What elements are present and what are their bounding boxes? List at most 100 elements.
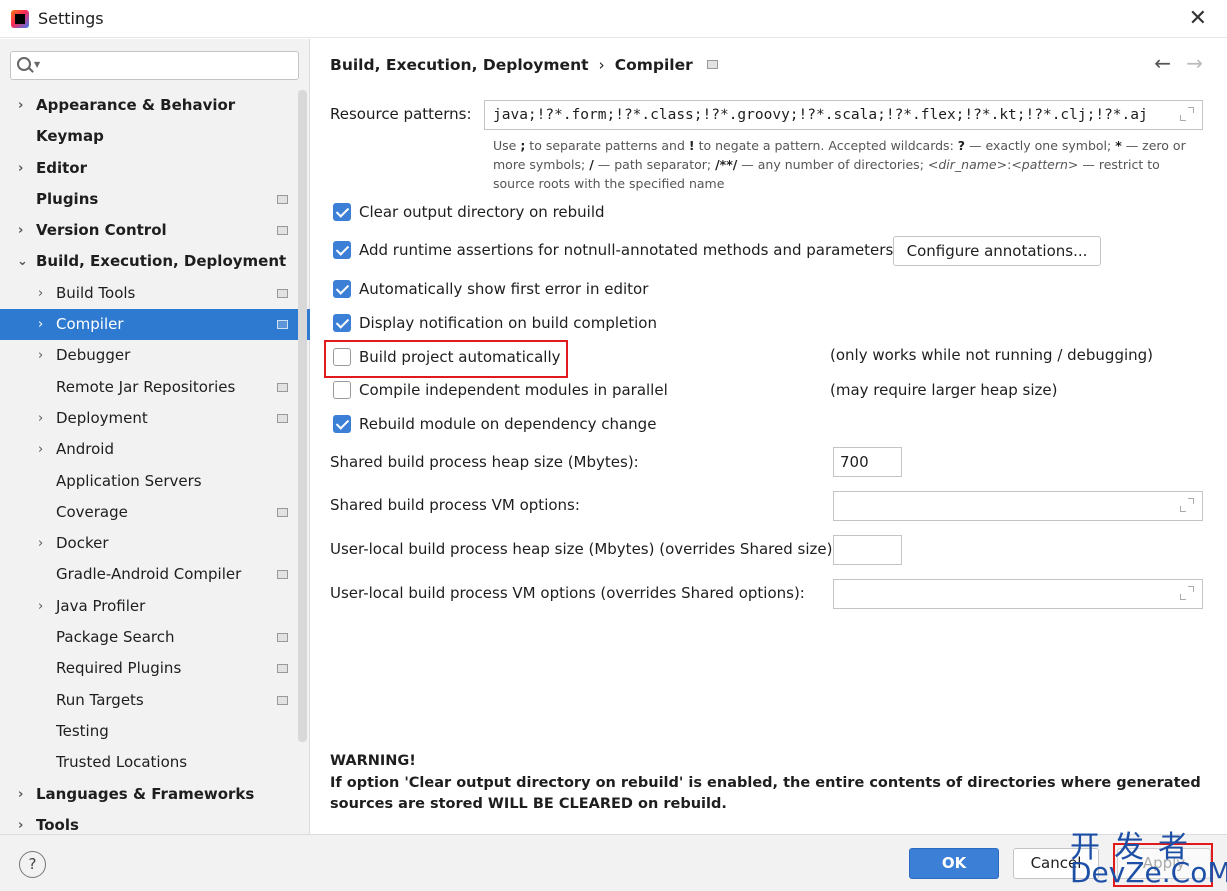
back-arrow-icon[interactable]: ←: [1154, 51, 1171, 75]
rebuild-module-label[interactable]: Rebuild module on dependency change: [359, 415, 656, 433]
user-local-vm-options-label: User-local build process VM options (ove…: [330, 584, 805, 602]
warning-title: WARNING!: [330, 753, 416, 769]
show-first-error-label[interactable]: Automatically show first error in editor: [359, 280, 648, 298]
sidebar-item-label: Java Profiler: [56, 596, 146, 615]
chevron-right-icon[interactable]: ›: [18, 779, 23, 810]
sidebar-item-label: Languages & Frameworks: [36, 784, 255, 803]
chevron-right-icon[interactable]: ›: [38, 403, 43, 434]
sidebar-item-label: Build Tools: [56, 283, 136, 302]
sidebar-item-label: Gradle-Android Compiler: [56, 565, 242, 584]
clear-output-label[interactable]: Clear output directory on rebuild: [359, 203, 605, 221]
project-scope-icon: [277, 382, 288, 392]
sidebar-item-remote-jar-repositories[interactable]: Remote Jar Repositories: [0, 372, 296, 403]
chevron-right-icon[interactable]: ›: [38, 278, 43, 309]
sidebar-item-gradle-android-compiler[interactable]: Gradle-Android Compiler: [0, 559, 296, 590]
configure-annotations-button[interactable]: Configure annotations...: [893, 236, 1101, 266]
sidebar-item-editor[interactable]: › Editor: [0, 153, 296, 184]
project-scope-icon: [277, 633, 288, 643]
breadcrumb-separator: ›: [598, 56, 605, 74]
compile-parallel-label[interactable]: Compile independent modules in parallel: [359, 381, 668, 399]
chevron-right-icon[interactable]: ›: [18, 90, 23, 121]
warning-text: If option 'Clear output directory on reb…: [330, 774, 1201, 813]
sidebar-item-docker[interactable]: › Docker: [0, 528, 296, 559]
sidebar-item-required-plugins[interactable]: Required Plugins: [0, 653, 296, 684]
resource-patterns-value: java;!?*.form;!?*.class;!?*.groovy;!?*.s…: [493, 107, 1148, 123]
sidebar-item-label: Testing: [56, 721, 109, 740]
sidebar-item-application-servers[interactable]: Application Servers: [0, 466, 296, 497]
compile-parallel-checkbox[interactable]: [333, 381, 351, 399]
sidebar-item-build-execution-deployment[interactable]: ⌄ Build, Execution, Deployment: [0, 246, 296, 277]
sidebar-item-plugins[interactable]: Plugins: [0, 184, 296, 215]
show-first-error-checkbox[interactable]: [333, 280, 351, 298]
sidebar-item-deployment[interactable]: › Deployment: [0, 403, 296, 434]
breadcrumb-current: Compiler: [614, 56, 693, 74]
user-local-vm-options-input[interactable]: [833, 579, 1203, 609]
chevron-right-icon[interactable]: ›: [38, 528, 43, 559]
sidebar-item-compiler[interactable]: › Compiler: [0, 309, 310, 341]
breadcrumb: Build, Execution, Deployment › Compiler: [330, 56, 718, 74]
shared-vm-options-input[interactable]: [833, 491, 1203, 521]
watermark-logo-bottom: DevZe.CoM: [1070, 856, 1227, 889]
chevron-right-icon[interactable]: ›: [38, 340, 43, 371]
close-icon[interactable]: ✕: [1189, 6, 1207, 31]
breadcrumb-parent[interactable]: Build, Execution, Deployment: [330, 56, 589, 74]
chevron-right-icon[interactable]: ›: [18, 215, 23, 246]
expand-icon[interactable]: [1180, 498, 1194, 512]
settings-search[interactable]: ▼: [10, 51, 299, 80]
sidebar-item-label: Coverage: [56, 502, 128, 521]
sidebar-item-label: Keymap: [36, 127, 104, 146]
sidebar-item-keymap[interactable]: Keymap: [0, 121, 296, 152]
sidebar-item-trusted-locations[interactable]: Trusted Locations: [0, 747, 296, 778]
sidebar-item-label: Package Search: [56, 628, 175, 647]
forward-arrow-icon[interactable]: →: [1186, 51, 1203, 75]
chevron-right-icon[interactable]: ›: [38, 591, 43, 622]
sidebar-item-android[interactable]: › Android: [0, 434, 296, 465]
sidebar-item-testing[interactable]: Testing: [0, 716, 296, 747]
sidebar-item-label: Application Servers: [56, 471, 202, 490]
chevron-right-icon[interactable]: ›: [38, 434, 43, 465]
window-title: Settings: [38, 9, 104, 28]
runtime-assertions-label[interactable]: Add runtime assertions for notnull-annot…: [359, 241, 893, 259]
sidebar-item-package-search[interactable]: Package Search: [0, 622, 296, 653]
resource-patterns-hint: Use ; to separate patterns and ! to nega…: [493, 138, 1186, 191]
project-scope-icon: [277, 413, 288, 423]
clear-output-checkbox[interactable]: [333, 203, 351, 221]
display-notification-checkbox[interactable]: [333, 314, 351, 332]
display-notification-label[interactable]: Display notification on build completion: [359, 314, 657, 332]
build-automatically-note: (only works while not running / debuggin…: [830, 346, 1154, 364]
search-options-caret-icon[interactable]: ▼: [34, 60, 40, 69]
search-input[interactable]: [45, 55, 290, 77]
runtime-assertions-checkbox[interactable]: [333, 241, 351, 259]
chevron-right-icon[interactable]: ›: [18, 153, 23, 184]
sidebar-item-debugger[interactable]: › Debugger: [0, 340, 296, 371]
project-scope-icon: [277, 320, 288, 330]
sidebar-scrollbar[interactable]: [298, 90, 307, 742]
sidebar-item-languages-frameworks[interactable]: › Languages & Frameworks: [0, 779, 296, 810]
build-automatically-label[interactable]: Build project automatically: [359, 348, 561, 366]
resource-patterns-input[interactable]: java;!?*.form;!?*.class;!?*.groovy;!?*.s…: [484, 100, 1203, 130]
shared-heap-label: Shared build process heap size (Mbytes):: [330, 453, 639, 471]
expand-icon[interactable]: [1180, 586, 1194, 600]
expand-icon[interactable]: [1180, 107, 1194, 121]
settings-sidebar: ▼ › Appearance & Behavior Keymap › Editor …: [0, 39, 310, 834]
settings-tree: › Appearance & Behavior Keymap › Editor Pl…: [0, 90, 310, 841]
shared-heap-input[interactable]: 700: [833, 447, 902, 477]
user-local-heap-input[interactable]: [833, 535, 902, 565]
rebuild-module-checkbox[interactable]: [333, 415, 351, 433]
project-scope-icon: [277, 664, 288, 674]
chevron-down-icon[interactable]: ⌄: [17, 246, 28, 277]
help-button[interactable]: ?: [19, 851, 46, 878]
sidebar-item-build-tools[interactable]: › Build Tools: [0, 278, 296, 309]
sidebar-item-java-profiler[interactable]: › Java Profiler: [0, 591, 296, 622]
sidebar-item-appearance-behavior[interactable]: › Appearance & Behavior: [0, 90, 296, 121]
ok-button[interactable]: OK: [909, 848, 999, 879]
dialog-footer: ? OK Cancel Apply: [0, 834, 1227, 891]
chevron-right-icon[interactable]: ›: [38, 309, 43, 340]
sidebar-item-label: Compiler: [56, 315, 124, 334]
project-scope-icon: [706, 60, 718, 69]
build-automatically-checkbox[interactable]: [333, 348, 351, 366]
sidebar-item-run-targets[interactable]: Run Targets: [0, 685, 296, 716]
sidebar-item-coverage[interactable]: Coverage: [0, 497, 296, 528]
sidebar-item-version-control[interactable]: › Version Control: [0, 215, 296, 246]
sidebar-item-label: Build, Execution, Deployment: [36, 252, 287, 271]
